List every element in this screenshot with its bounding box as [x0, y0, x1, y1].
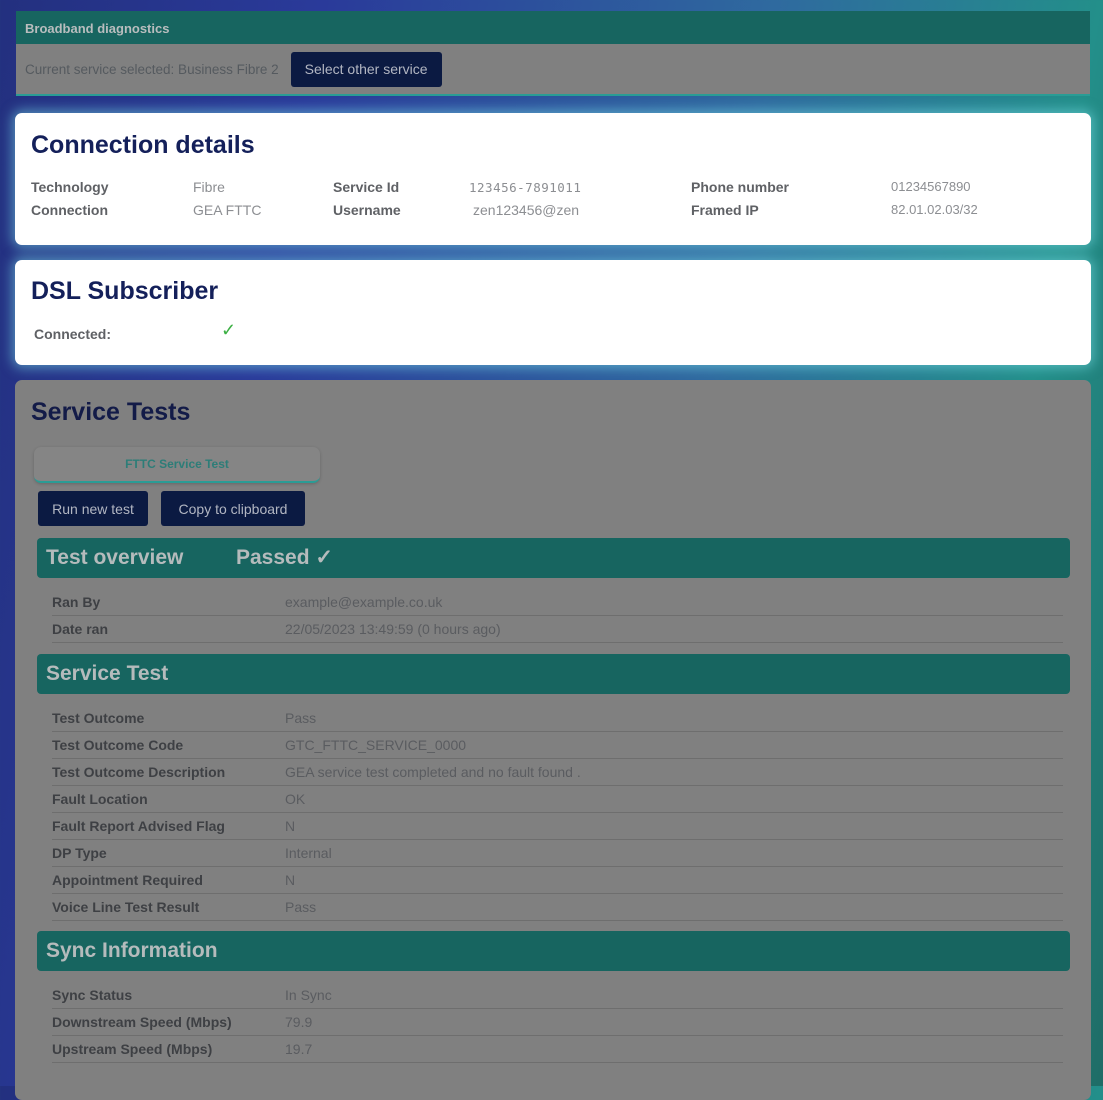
- service-selector-bar: Current service selected: Business Fibre…: [16, 44, 1090, 96]
- field-value: zen123456@zen: [473, 202, 580, 218]
- row-label: Fault Location: [52, 791, 148, 807]
- row-label: Upstream Speed (Mbps): [52, 1041, 213, 1057]
- test-status-passed: Passed ✓: [236, 546, 333, 569]
- tab-fttc-service-test[interactable]: FTTC Service Test: [34, 447, 320, 483]
- current-service-text: Current service selected: Business Fibre…: [25, 61, 279, 77]
- table-row: Upstream Speed (Mbps) 19.7: [52, 1036, 1063, 1063]
- table-row: Test Outcome Code GTC_FTTC_SERVICE_0000: [52, 732, 1063, 759]
- sync-information-title: Sync Information: [46, 939, 218, 962]
- check-icon: ✓: [221, 320, 237, 340]
- row-value: Pass: [285, 710, 317, 726]
- connection-details-card: Connection details Technology Fibre Conn…: [15, 113, 1091, 245]
- sync-information-table: Sync Status In Sync Downstream Speed (Mbp…: [52, 982, 1063, 1063]
- service-tests-title: Service Tests: [31, 398, 191, 426]
- table-row: DP Type Internal: [52, 840, 1063, 867]
- row-label: Sync Status: [52, 987, 133, 1003]
- row-label: Fault Report Advised Flag: [52, 818, 225, 834]
- table-row: Downstream Speed (Mbps) 79.9: [52, 1009, 1063, 1036]
- field-value: 82.01.02.03/32: [891, 202, 978, 217]
- row-label: Appointment Required: [52, 872, 203, 888]
- row-value: N: [285, 872, 296, 888]
- row-label: Test Outcome Code: [52, 737, 184, 753]
- sync-information-header: Sync Information: [37, 931, 1070, 971]
- row-value: GTC_FTTC_SERVICE_0000: [285, 737, 467, 753]
- panel-title: Broadband diagnostics: [16, 11, 1090, 44]
- test-overview-header: Test overview Passed ✓: [37, 538, 1070, 578]
- row-value: 19.7: [285, 1041, 313, 1057]
- dsl-subscriber-title: DSL Subscriber: [31, 277, 219, 305]
- field-value: 01234567890: [891, 179, 971, 194]
- row-value: Internal: [285, 845, 332, 861]
- row-value: GEA service test completed and no fault …: [285, 764, 581, 780]
- row-label: Downstream Speed (Mbps): [52, 1014, 232, 1030]
- row-label: Ran By: [52, 594, 101, 610]
- service-test-header: Service Test: [37, 654, 1070, 694]
- connection-details-title: Connection details: [31, 131, 255, 159]
- row-label: Test Outcome Description: [52, 764, 226, 780]
- field-value: Fibre: [193, 179, 225, 195]
- table-row: Date ran 22/05/2023 13:49:59 (0 hours ag…: [52, 616, 1063, 643]
- dsl-subscriber-card: DSL Subscriber Connected: ✓: [15, 260, 1091, 365]
- row-value: example@example.co.uk: [285, 594, 443, 610]
- field-label: Technology: [31, 179, 109, 195]
- row-label: DP Type: [52, 845, 107, 861]
- field-label: Framed IP: [691, 202, 759, 218]
- row-value: In Sync: [285, 987, 332, 1003]
- table-row: Test Outcome Description GEA service test…: [52, 759, 1063, 786]
- run-new-test-button[interactable]: Run new test: [38, 491, 148, 526]
- field-label: Username: [333, 202, 401, 218]
- field-value: 123456-7891011: [469, 180, 582, 195]
- row-label: Voice Line Test Result: [52, 899, 200, 915]
- row-value: 79.9: [285, 1014, 313, 1030]
- table-row: Appointment Required N: [52, 867, 1063, 894]
- test-overview-table: Ran By example@example.co.uk Date ran 22…: [52, 589, 1063, 643]
- field-label: Connection: [31, 202, 108, 218]
- row-value: N: [285, 818, 296, 834]
- connected-label: Connected:: [34, 326, 111, 342]
- table-row: Test Outcome Pass: [52, 705, 1063, 732]
- field-value: GEA FTTC: [193, 202, 262, 218]
- row-value: 22/05/2023 13:49:59 (0 hours ago): [285, 621, 501, 637]
- field-label: Service Id: [333, 179, 400, 195]
- service-test-title: Service Test: [46, 662, 169, 685]
- select-other-service-button[interactable]: Select other service: [290, 51, 442, 87]
- service-test-table: Test Outcome Pass Test Outcome Code GTC_FT…: [52, 705, 1063, 921]
- table-row: Voice Line Test Result Pass: [52, 894, 1063, 921]
- table-row: Fault Report Advised Flag N: [52, 813, 1063, 840]
- field-label: Phone number: [691, 179, 790, 195]
- row-value: Pass: [285, 899, 317, 915]
- row-label: Test Outcome: [52, 710, 145, 726]
- table-row: Sync Status In Sync: [52, 982, 1063, 1009]
- row-value: OK: [285, 791, 306, 807]
- row-label: Date ran: [52, 621, 109, 637]
- broadband-diagnostics-panel: Broadband diagnostics Current service se…: [16, 11, 1090, 96]
- table-row: Fault Location OK: [52, 786, 1063, 813]
- copy-to-clipboard-button[interactable]: Copy to clipboard: [161, 491, 305, 526]
- table-row: Ran By example@example.co.uk: [52, 589, 1063, 616]
- test-overview-title: Test overview: [46, 546, 184, 569]
- service-tests-panel: Service Tests FTTC Service Test Run new …: [15, 380, 1091, 1100]
